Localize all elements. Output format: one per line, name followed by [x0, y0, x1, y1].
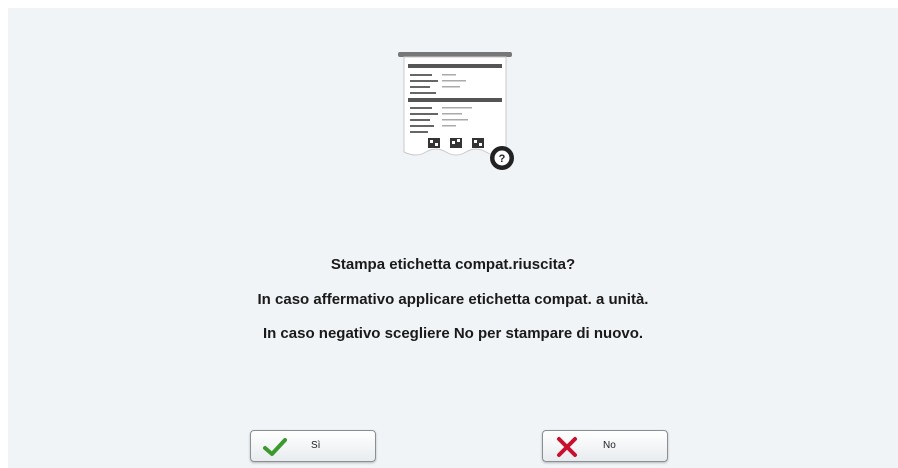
question-mark-icon: ? — [499, 153, 506, 165]
yes-button-label: Sì — [311, 440, 321, 451]
x-icon — [557, 437, 577, 457]
yes-button[interactable]: Sì — [250, 430, 376, 462]
no-button[interactable]: No — [542, 430, 668, 462]
checkmark-icon — [263, 438, 287, 456]
message-line-negative: In caso negativo scegliere No per stampa… — [262, 325, 644, 342]
message-title: Stampa etichetta compat.riuscita? — [330, 256, 576, 273]
no-button-label: No — [603, 440, 616, 451]
message-line-affirmative: In caso affermativo applicare etichetta … — [257, 291, 649, 308]
receipt-question-icon: ? — [398, 52, 514, 170]
dialog-panel: ? Stampa etichetta compat.riuscita? In c… — [8, 8, 898, 468]
